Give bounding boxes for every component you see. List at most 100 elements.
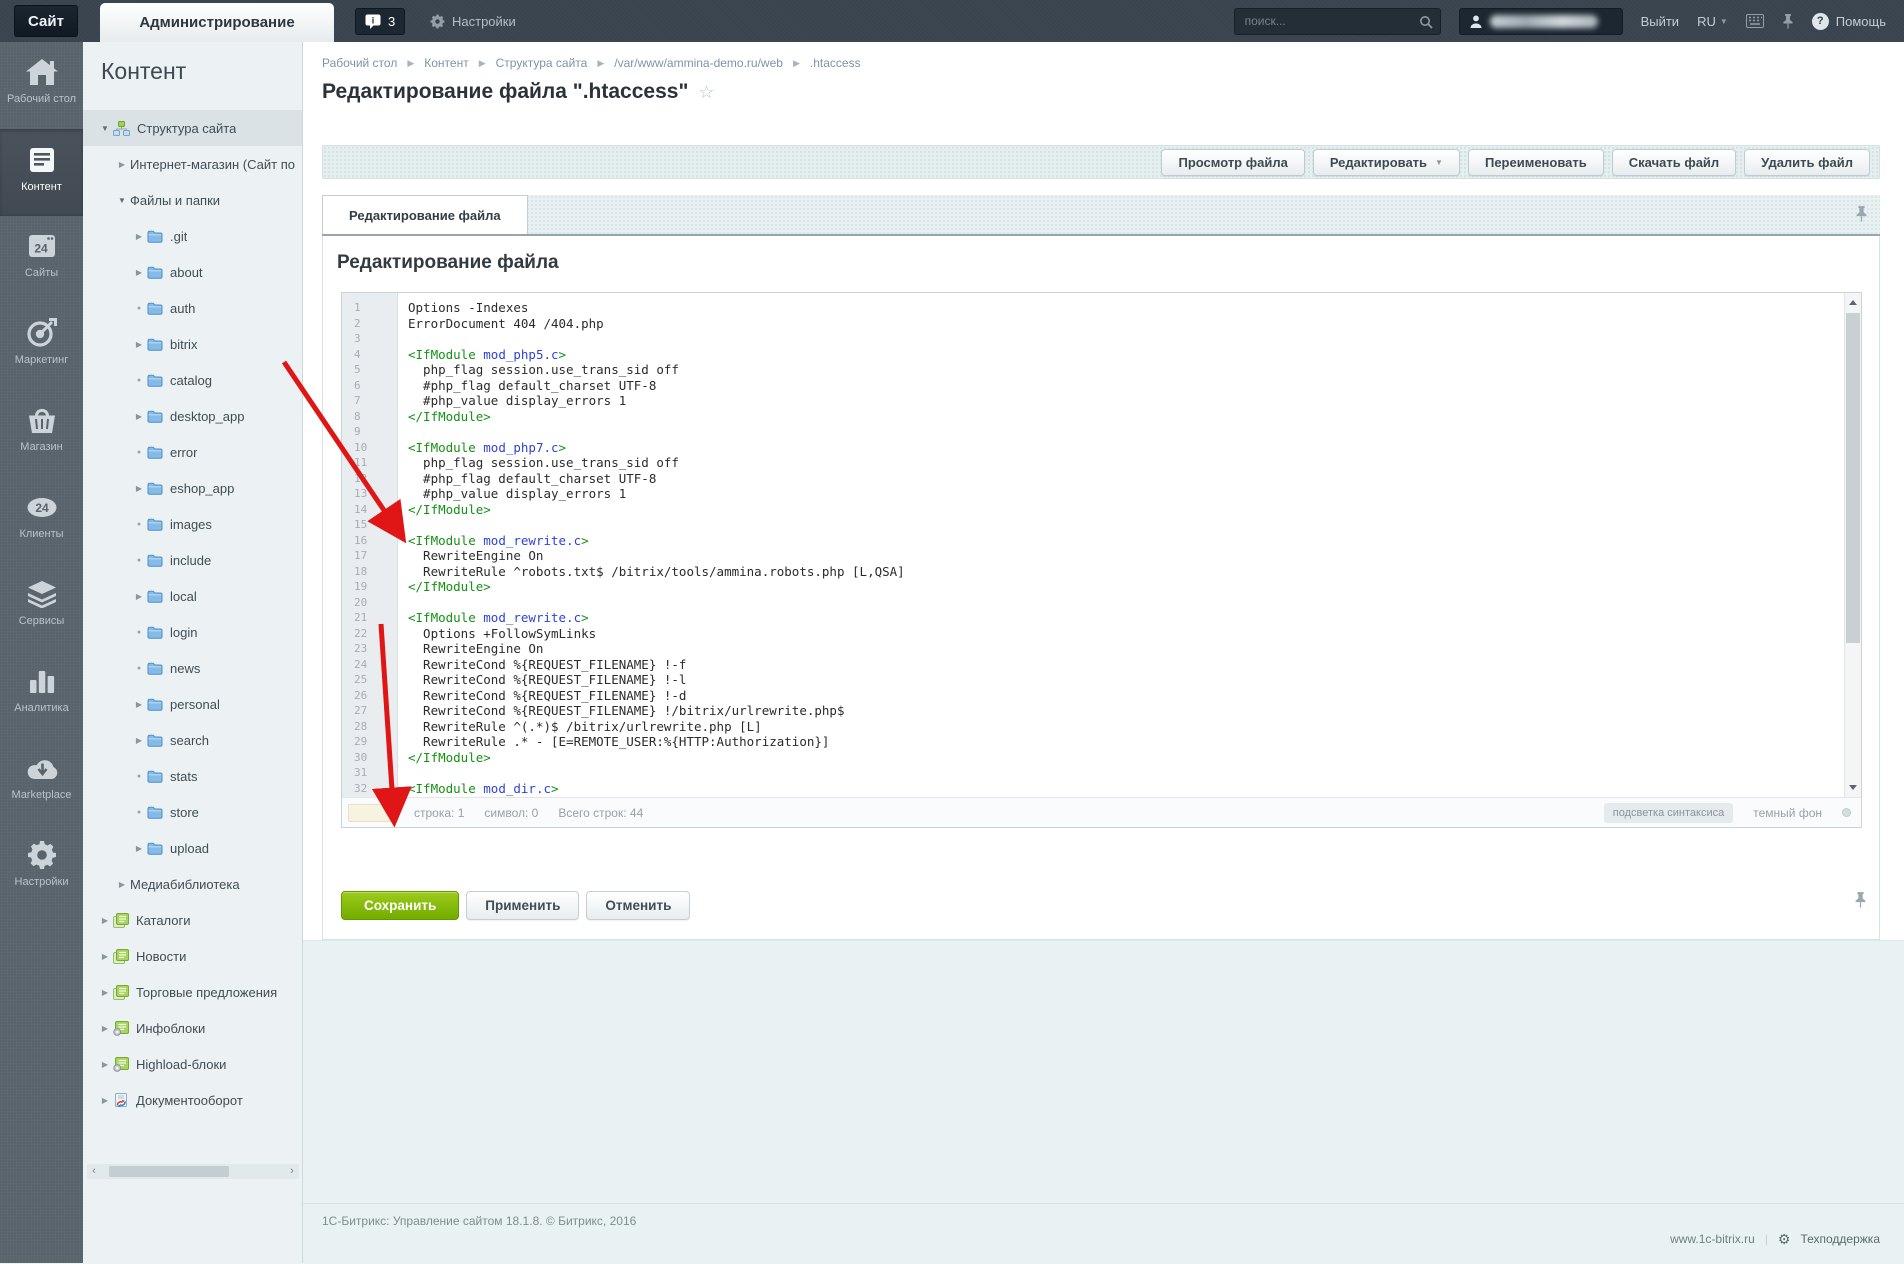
view-file-button[interactable]: Просмотр файла bbox=[1161, 148, 1305, 176]
editor-scrollbar[interactable] bbox=[1844, 293, 1861, 797]
expander-expand-icon[interactable]: ▶ bbox=[97, 1024, 113, 1033]
footer-support-link[interactable]: Техподдержка bbox=[1800, 1232, 1880, 1246]
tree-item[interactable]: ● error bbox=[83, 434, 302, 470]
expander-expand-icon[interactable]: ▶ bbox=[131, 268, 147, 277]
scrollbar-thumb[interactable] bbox=[109, 1166, 229, 1177]
expander-expand-icon[interactable]: ▶ bbox=[131, 700, 147, 709]
tab-edit-file[interactable]: Редактирование файла bbox=[322, 195, 528, 234]
user-menu-button[interactable] bbox=[1458, 7, 1623, 35]
notifications-button[interactable]: i 3 bbox=[355, 8, 406, 35]
expander-expand-icon[interactable]: ▶ bbox=[97, 1096, 113, 1105]
save-button[interactable]: Сохранить bbox=[341, 891, 460, 920]
scroll-up-icon[interactable] bbox=[1845, 295, 1861, 311]
site-tab[interactable]: Сайт bbox=[14, 5, 78, 37]
breadcrumb-item[interactable]: Контент bbox=[424, 56, 468, 70]
tree-item[interactable]: ● catalog bbox=[83, 362, 302, 398]
expander-collapse-icon[interactable]: ▼ bbox=[97, 124, 113, 133]
language-selector[interactable]: RU ▼ bbox=[1697, 14, 1728, 29]
breadcrumb-item[interactable]: Рабочий стол bbox=[322, 56, 397, 70]
download-file-button[interactable]: Скачать файл bbox=[1611, 148, 1737, 176]
edit-dropdown-button[interactable]: Редактировать ▼ bbox=[1312, 148, 1460, 176]
tree-item[interactable]: ▶ Торговые предложения bbox=[83, 974, 302, 1010]
expander-expand-icon[interactable]: ▶ bbox=[131, 592, 147, 601]
pin-icon[interactable] bbox=[1782, 13, 1794, 29]
tree-item[interactable]: ▶ search bbox=[83, 722, 302, 758]
expander-expand-icon[interactable]: ▶ bbox=[97, 916, 113, 925]
tree-item[interactable]: ▶ .git bbox=[83, 218, 302, 254]
rail-item-desktop[interactable]: Рабочий стол bbox=[0, 42, 83, 129]
rename-button[interactable]: Переименовать bbox=[1467, 148, 1604, 176]
tree-item[interactable]: ▶ Интернет-магазин (Сайт по bbox=[83, 146, 302, 182]
scrollbar-thumb[interactable] bbox=[1846, 313, 1860, 643]
tree-item[interactable]: ▶ Документооборот bbox=[83, 1082, 302, 1118]
rail-item-analytics[interactable]: Аналитика bbox=[0, 651, 83, 738]
rail-item-services[interactable]: Сервисы bbox=[0, 564, 83, 651]
dark-background-toggle[interactable] bbox=[1842, 808, 1851, 817]
expander-expand-icon[interactable]: ▶ bbox=[97, 988, 113, 997]
tree-horizontal-scrollbar[interactable]: ‹ › bbox=[87, 1164, 299, 1179]
rail-item-marketing[interactable]: Маркетинг bbox=[0, 303, 83, 390]
tree-item[interactable]: ▶ desktop_app bbox=[83, 398, 302, 434]
delete-file-button[interactable]: Удалить файл bbox=[1744, 148, 1870, 176]
expander-expand-icon[interactable]: ▶ bbox=[97, 952, 113, 961]
expander-expand-icon[interactable]: ▶ bbox=[97, 1060, 113, 1069]
tree-item[interactable]: ▶ about bbox=[83, 254, 302, 290]
rail-item-marketplace[interactable]: Marketplace bbox=[0, 738, 83, 825]
breadcrumb-item[interactable]: .htaccess bbox=[810, 56, 861, 70]
expander-expand-icon[interactable]: ▶ bbox=[131, 340, 147, 349]
scroll-left-icon[interactable]: ‹ bbox=[87, 1164, 101, 1179]
footer-site-link[interactable]: www.1c-bitrix.ru bbox=[1670, 1232, 1755, 1246]
tree-item[interactable]: ● store bbox=[83, 794, 302, 830]
tree-item[interactable]: ▶ Медиабиблиотека bbox=[83, 866, 302, 902]
tree-item[interactable]: ▶ Каталоги bbox=[83, 902, 302, 938]
tree-item[interactable]: ▶ upload bbox=[83, 830, 302, 866]
breadcrumb-item[interactable]: /var/www/ammina-demo.ru/web bbox=[614, 56, 783, 70]
expander-expand-icon[interactable]: ▶ bbox=[131, 484, 147, 493]
tree-item[interactable]: ▶ Инфоблоки bbox=[83, 1010, 302, 1046]
tree-item[interactable]: ▶ Новости bbox=[83, 938, 302, 974]
tree-item[interactable]: ▶ eshop_app bbox=[83, 470, 302, 506]
tree-item[interactable]: ● images bbox=[83, 506, 302, 542]
tree-item[interactable]: ▶ local bbox=[83, 578, 302, 614]
favorite-star-icon[interactable]: ☆ bbox=[698, 82, 714, 103]
rail-item-sites[interactable]: 24 Сайты bbox=[0, 216, 83, 303]
rail-item-content[interactable]: Контент bbox=[0, 129, 83, 216]
search-input[interactable] bbox=[1234, 8, 1440, 34]
syntax-highlight-toggle[interactable]: подсветка синтаксиса bbox=[1603, 802, 1734, 823]
scroll-down-icon[interactable] bbox=[1845, 779, 1861, 795]
topbar-settings-button[interactable]: Настройки bbox=[430, 0, 516, 42]
code-area[interactable]: Options -Indexes ErrorDocument 404 /404.p… bbox=[398, 293, 1861, 797]
breadcrumb-item[interactable]: Структура сайта bbox=[496, 56, 588, 70]
scroll-right-icon[interactable]: › bbox=[285, 1164, 299, 1179]
tree-item[interactable]: ● stats bbox=[83, 758, 302, 794]
tree-item[interactable]: ▼ Файлы и папки bbox=[83, 182, 302, 218]
pin-icon[interactable] bbox=[1855, 205, 1868, 227]
expander-expand-icon[interactable]: ▶ bbox=[131, 736, 147, 745]
search-icon[interactable] bbox=[1419, 15, 1433, 34]
tree-item[interactable]: ● login bbox=[83, 614, 302, 650]
apply-button[interactable]: Применить bbox=[466, 891, 580, 920]
expander-expand-icon[interactable]: ▶ bbox=[131, 844, 147, 853]
tree-item[interactable]: ▶ Highload-блоки bbox=[83, 1046, 302, 1082]
tree-item[interactable]: ▶ bitrix bbox=[83, 326, 302, 362]
expander-collapse-icon[interactable]: ▼ bbox=[114, 196, 130, 205]
cancel-button[interactable]: Отменить bbox=[586, 891, 691, 920]
tree-item[interactable]: ● include bbox=[83, 542, 302, 578]
rail-item-clients[interactable]: 24 Клиенты bbox=[0, 477, 83, 564]
expander-expand-icon[interactable]: ▶ bbox=[131, 232, 147, 241]
expander-expand-icon[interactable]: ▶ bbox=[131, 412, 147, 421]
hotkeys-keyboard-icon[interactable] bbox=[1745, 14, 1764, 28]
code-line: </IfModule> bbox=[408, 501, 491, 517]
tree-item[interactable]: ● auth bbox=[83, 290, 302, 326]
rail-item-shop[interactable]: Магазин bbox=[0, 390, 83, 477]
tree-item[interactable]: ● news bbox=[83, 650, 302, 686]
logout-link[interactable]: Выйти bbox=[1641, 14, 1680, 29]
pin-icon[interactable] bbox=[1854, 891, 1867, 913]
admin-tab[interactable]: Администрирование bbox=[100, 3, 334, 42]
expander-expand-icon[interactable]: ▶ bbox=[114, 160, 130, 169]
expander-expand-icon[interactable]: ▶ bbox=[114, 880, 130, 889]
tree-item[interactable]: ▶ personal bbox=[83, 686, 302, 722]
tree-item[interactable]: ▼ Структура сайта bbox=[83, 110, 302, 146]
help-button[interactable]: ? Помощь bbox=[1811, 12, 1886, 30]
rail-item-settings[interactable]: Настройки bbox=[0, 825, 83, 912]
